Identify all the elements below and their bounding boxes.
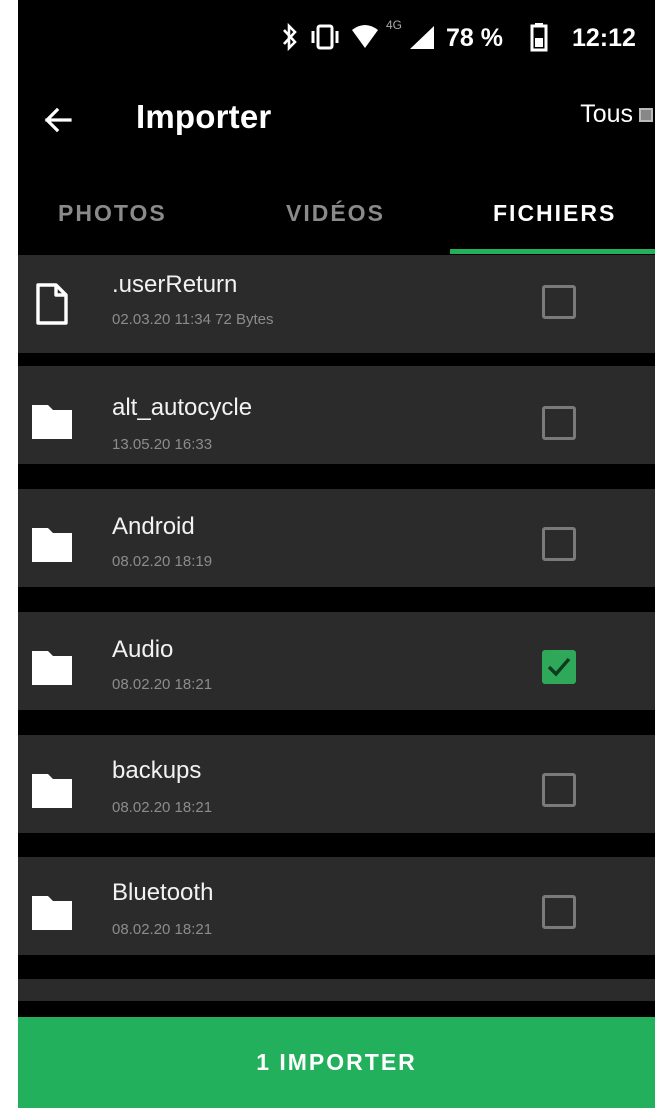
tab-videos[interactable]: VIDÉOS [286,175,385,251]
folder-icon [32,528,72,562]
file-name: .userReturn [112,271,238,298]
file-name: backups [112,757,202,784]
file-meta: 08.02.20 18:21 [112,799,213,816]
filter-dropdown[interactable]: Tous [580,100,653,129]
select-checkbox[interactable] [542,527,576,561]
select-checkbox[interactable] [542,406,576,440]
back-button[interactable] [32,94,84,146]
file-name: Bluetooth [112,879,214,906]
folder-icon [32,651,72,685]
battery-percent: 78 % [446,24,503,52]
network-type-label: 4G [386,18,403,32]
select-checkbox-checked[interactable] [542,650,576,684]
select-checkbox[interactable] [542,895,576,929]
file-meta: 08.02.20 18:21 [112,921,213,938]
file-icon [36,283,68,325]
file-meta: 08.02.20 18:19 [112,553,213,570]
status-bar: 4G 78 % 12:12 [18,0,655,80]
active-tab-indicator [450,249,655,254]
select-checkbox[interactable] [542,773,576,807]
vibrate-icon [308,22,342,59]
tab-bar: PHOTOS VIDÉOS FICHIERS [18,175,655,255]
clock: 12:12 [572,24,636,52]
file-row-alt-autocycle[interactable]: alt_autocycle 13.05.20 16:33 [18,366,655,464]
tab-files[interactable]: FICHIERS [493,175,616,251]
wifi-icon [350,22,380,59]
battery-icon [530,22,548,59]
arrow-left-icon [44,107,72,133]
bluetooth-icon [280,22,300,59]
file-row-userreturn[interactable]: .userReturn 02.03.20 11:34 72 Bytes [18,255,655,353]
file-name: alt_autocycle [112,394,253,421]
tab-photos[interactable]: PHOTOS [58,175,167,251]
file-name: Android [112,513,195,540]
page-title: Importer [136,98,272,135]
signal-icon [408,22,436,59]
phone-screen: 4G 78 % 12:12 Importer Tous PHOTOS VIDÉO… [18,0,655,1108]
file-meta: 02.03.20 11:34 72 Bytes [112,311,274,328]
file-meta: 13.05.20 16:33 [112,436,213,453]
file-row-backups[interactable]: backups 08.02.20 18:21 [18,735,655,833]
file-row-bluetooth[interactable]: Bluetooth 08.02.20 18:21 [18,857,655,955]
file-row-audio[interactable]: Audio 08.02.20 18:21 [18,612,655,710]
file-name: Audio [112,636,174,663]
file-row-partial[interactable] [18,979,655,1001]
check-icon [547,657,571,677]
filter-label: Tous [580,100,633,128]
dropdown-icon [639,107,653,122]
app-bar: Importer Tous [18,80,655,175]
select-checkbox[interactable] [542,285,576,319]
file-meta: 08.02.20 18:21 [112,676,213,693]
folder-icon [32,896,72,930]
import-button[interactable]: 1 IMPORTER [18,1017,655,1108]
file-row-android[interactable]: Android 08.02.20 18:19 [18,489,655,587]
folder-icon [32,405,72,439]
folder-icon [32,774,72,808]
